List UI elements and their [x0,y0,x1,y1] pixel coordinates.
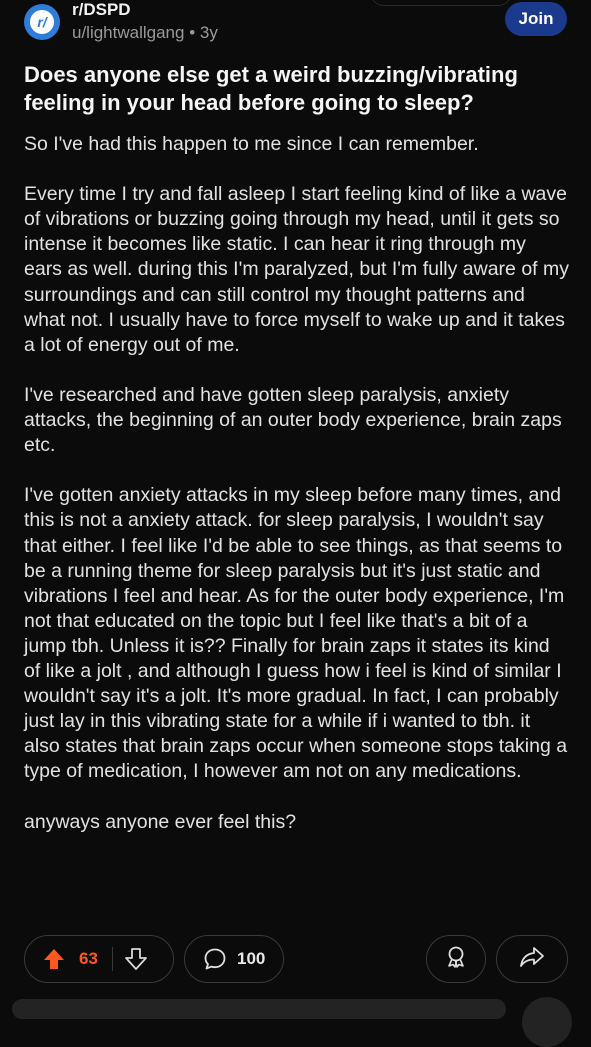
post-age: 3y [199,23,218,42]
post-paragraph: I've gotten anxiety attacks in my sleep … [24,484,568,783]
vote-divider [111,947,113,971]
speech-bubble-icon [203,947,227,971]
post-paragraph: Every time I try and fall asleep I start… [24,183,569,356]
award-ribbon-icon [444,945,468,974]
post-header: r/ r/DSPD u/lightwallgang • 3y Join [0,0,591,52]
author-name[interactable]: u/lightwallgang [72,23,184,42]
upvote-arrow-icon[interactable] [43,948,65,970]
bottom-action-circle[interactable] [522,997,572,1047]
comment-input-bar[interactable] [12,999,506,1019]
post-paragraph: I've researched and have gotten sleep pa… [24,383,562,457]
subreddit-avatar[interactable]: r/ [24,4,60,40]
downvote-arrow-icon[interactable] [125,948,147,970]
meta-separator: • [189,23,196,42]
post-action-bar: 63 100 [24,935,569,983]
join-button[interactable]: Join [505,2,567,36]
share-button[interactable] [496,935,568,983]
search-bar-edge [370,0,512,6]
share-arrow-icon [519,945,545,974]
vote-score: 63 [79,949,98,968]
vote-control: 63 [24,935,174,983]
award-button[interactable] [426,935,486,983]
post-title: Does anyone else get a weird buzzing/vib… [24,62,518,115]
post-meta: u/lightwallgang • 3y [72,23,218,43]
subreddit-name[interactable]: r/DSPD [72,0,131,20]
post-body: So I've had this happen to me since I ca… [24,132,569,860]
post-paragraph: anyways anyone ever feel this? [24,810,297,833]
comments-button[interactable]: 100 [184,935,284,983]
reddit-community-icon: r/ [30,10,54,34]
post-paragraph: So I've had this happen to me since I ca… [24,133,479,155]
comment-count: 100 [237,949,266,968]
